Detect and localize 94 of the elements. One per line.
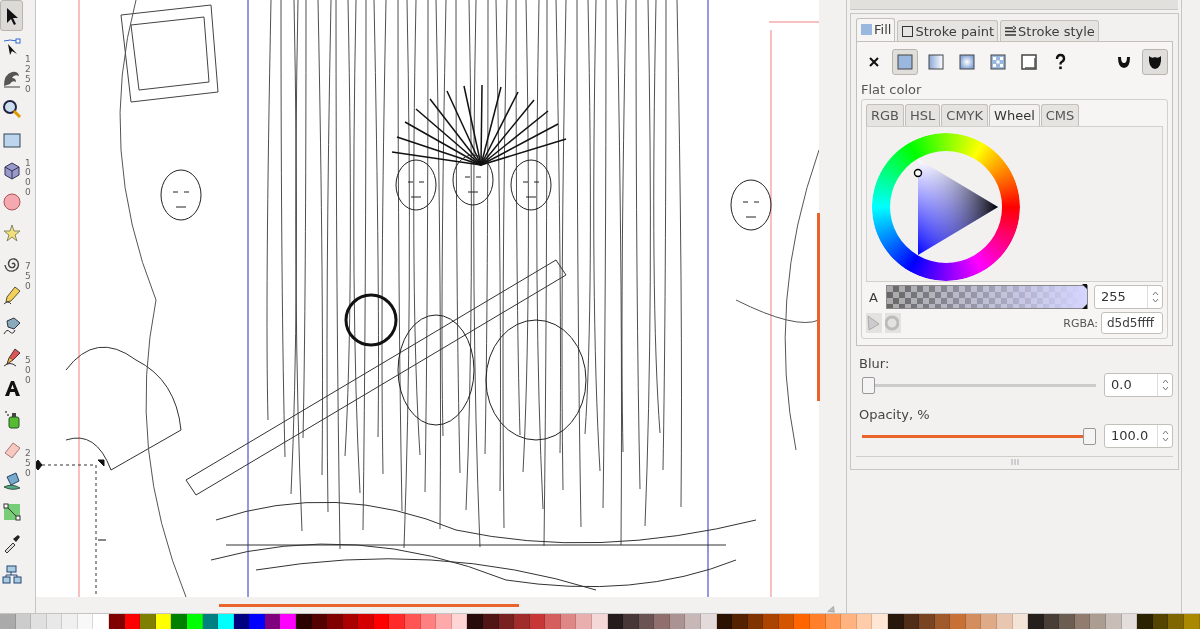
spin-arrows-icon[interactable] [1161, 378, 1169, 392]
spin-arrows-icon[interactable] [1161, 429, 1169, 443]
square-outline-icon [901, 25, 915, 38]
scrollbar-thumb[interactable] [219, 603, 519, 607]
opacity-spinbox[interactable]: 100.0 [1104, 424, 1173, 448]
color-swatch[interactable] [701, 613, 717, 629]
tool-button[interactable] [0, 0, 23, 31]
alpha-spinbox[interactable]: 255 [1094, 285, 1163, 309]
color-swatch[interactable] [654, 613, 670, 629]
gradient-icon [1, 501, 22, 522]
connector-icon [1, 563, 22, 584]
circle-icon [1, 191, 22, 212]
pencil-icon [1, 284, 22, 305]
ruler-label: 500 [25, 355, 32, 386]
color-swatch[interactable] [810, 613, 826, 629]
spin-arrows-icon[interactable] [1151, 290, 1159, 304]
opacity-label: Opacity, % [859, 407, 931, 422]
opacity-slider[interactable] [862, 427, 1096, 445]
color-mode-tab[interactable]: CMS [1040, 104, 1080, 126]
color-swatch[interactable] [794, 613, 811, 629]
color-swatch[interactable] [218, 613, 234, 629]
color-swatch[interactable] [1059, 613, 1075, 629]
color-mode-tab[interactable]: RGB [866, 104, 905, 126]
color-swatch[interactable] [685, 613, 701, 629]
color-swatch[interactable] [109, 613, 125, 629]
panel-tab[interactable]: Stroke style [1000, 20, 1099, 42]
group-label: Flat color [861, 82, 923, 97]
pattern-icon [989, 53, 1007, 71]
color-swatch[interactable] [358, 613, 374, 629]
linear-gradient-icon [927, 53, 945, 71]
color-swatch[interactable] [950, 613, 966, 629]
ruler-label: 750 [25, 262, 32, 292]
color-swatch[interactable] [1137, 613, 1153, 629]
color-swatch[interactable] [467, 613, 483, 629]
color-swatch[interactable] [872, 613, 888, 629]
color-swatch[interactable] [31, 613, 47, 629]
flat-color-icon [896, 53, 914, 71]
cube-icon [1, 160, 22, 181]
ruler-label: 1250 [25, 55, 32, 95]
scrollbar-thumb[interactable] [817, 213, 820, 401]
color-mode-tab[interactable]: Wheel [989, 104, 1040, 126]
slider-marker-icon[interactable] [1082, 284, 1087, 309]
color-swatch[interactable] [1106, 613, 1122, 629]
pen-nib-icon [1, 315, 22, 336]
color-swatch[interactable] [62, 613, 78, 629]
radial-gradient-icon [958, 53, 976, 71]
color-swatch[interactable] [841, 613, 857, 629]
color-swatch[interactable] [389, 613, 406, 629]
rgba-label: RGBA: [1063, 316, 1098, 330]
alpha-slider[interactable] [886, 285, 1088, 309]
color-swatch[interactable] [1168, 613, 1184, 629]
alpha-label: A [869, 289, 879, 305]
color-swatch[interactable] [327, 613, 343, 629]
fill-swatch-icon [860, 23, 873, 36]
color-swatch[interactable] [997, 613, 1013, 629]
color-swatch[interactable] [249, 613, 265, 629]
color-swatch[interactable] [1090, 613, 1107, 629]
slider-handle[interactable] [1083, 427, 1096, 445]
resize-grip-icon[interactable] [1010, 459, 1019, 465]
blur-spinbox[interactable]: 0.0 [1104, 373, 1173, 397]
lines-icon [1004, 25, 1018, 38]
color-swatch[interactable] [919, 613, 935, 629]
slider-handle[interactable] [862, 376, 875, 394]
ruler-label: 250 [25, 449, 32, 480]
color-swatch[interactable] [623, 613, 639, 629]
color-swatch[interactable] [763, 613, 779, 629]
star-icon [1, 222, 22, 243]
color-swatch[interactable] [1028, 613, 1044, 629]
color-swatch[interactable] [405, 613, 421, 629]
panel-tab[interactable]: Stroke paint [897, 20, 999, 42]
color-swatch[interactable] [436, 613, 452, 629]
color-swatch[interactable] [576, 613, 592, 629]
color-swatch[interactable] [514, 613, 530, 629]
color-mode-tab[interactable]: HSL [905, 104, 941, 126]
panel-tab[interactable]: Fill [856, 18, 896, 42]
rgba-field[interactable]: d5d5ffff [1101, 312, 1163, 334]
color-swatch[interactable] [981, 613, 997, 629]
color-swatch[interactable] [732, 613, 748, 629]
color-swatch[interactable] [280, 613, 296, 629]
paint-bucket-icon [1, 470, 22, 491]
ruler-label: 1000 [25, 158, 32, 199]
calligraphy-pen-icon [1, 346, 22, 367]
color-mode-tab[interactable]: CMYK [941, 104, 989, 126]
paint-type-button[interactable] [1142, 49, 1168, 75]
blur-label: Blur: [859, 356, 891, 371]
node-arrow-icon [1, 36, 22, 57]
swatch-icon [1020, 53, 1038, 71]
color-swatch[interactable] [140, 613, 156, 629]
zoom-icon [1, 98, 22, 119]
blur-slider[interactable] [862, 376, 1096, 394]
color-swatch[interactable] [93, 613, 110, 629]
color-swatch[interactable] [171, 613, 187, 629]
color-swatch[interactable] [0, 613, 16, 629]
color-swatch[interactable] [545, 613, 561, 629]
